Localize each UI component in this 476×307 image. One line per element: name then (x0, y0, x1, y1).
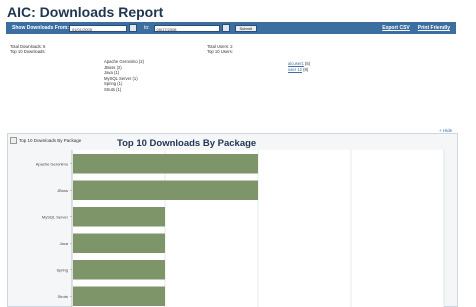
bar (73, 154, 258, 174)
category-label: Java (60, 241, 69, 246)
bar (73, 180, 258, 200)
category-label: MySQL Server (42, 214, 69, 219)
category-label: Apache Geronimo (36, 161, 69, 166)
bar (73, 233, 165, 253)
bar-chart: Apache Geronimo JBoss MySQL Server Java Spri… (36, 150, 445, 307)
category-label: Spring (56, 267, 68, 272)
bar (73, 260, 165, 280)
bar (73, 286, 165, 306)
category-label: JBoss (57, 188, 68, 193)
category-label: Struts (58, 294, 68, 299)
bar (73, 207, 165, 227)
